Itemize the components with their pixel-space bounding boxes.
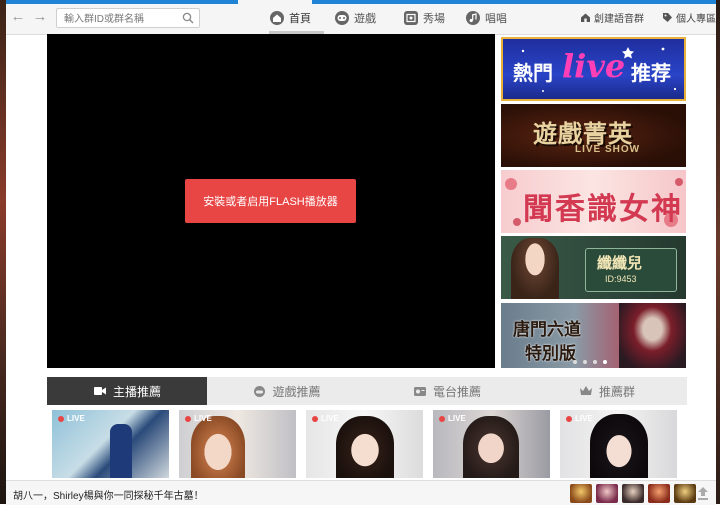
upload-arrow-icon[interactable]	[696, 485, 710, 501]
banner-tang-title: 唐門六道	[513, 320, 581, 339]
banner-live-show-text: LIVE SHOW	[575, 144, 641, 155]
live-badge: LIVE	[566, 414, 593, 423]
live-dot-icon	[185, 415, 191, 422]
bottom-ticker-bar: 胡八一，Shirley楊與你一同探秘千年古墓！	[6, 480, 716, 505]
tab-sing-label: 唱唱	[485, 13, 507, 25]
desktop-edge-right	[716, 0, 720, 504]
tab-broadcaster-recommend[interactable]: 主播推薦	[47, 377, 207, 405]
create-voice-group-label: 創建語音群	[594, 13, 644, 25]
live-badge-text: LIVE	[575, 414, 593, 423]
gamepad-icon	[335, 11, 349, 25]
tab-games-label: 遊戲	[354, 13, 376, 25]
forward-arrow-icon[interactable]: →	[32, 9, 48, 25]
banner-live-text: live	[562, 47, 626, 85]
banner-tang-subtitle: 特別版	[525, 344, 576, 363]
live-dot-icon	[439, 415, 445, 422]
desktop-edge-left	[0, 0, 6, 504]
tab-game-recommend[interactable]: 遊戲推薦	[207, 377, 367, 405]
banner-hot-text: 熱門	[513, 63, 553, 85]
create-voice-group-link[interactable]: 創建語音群	[580, 10, 644, 25]
banner-hot-live[interactable]: 熱門 live 推荐	[501, 37, 686, 101]
banner-goddess[interactable]: 聞香識女神	[501, 170, 686, 233]
tab-showroom[interactable]: 秀場	[404, 8, 445, 28]
live-badge-text: LIVE	[194, 414, 212, 423]
top-bar: ← → 首頁 遊戲 秀場 唱唱 創建語音群	[6, 0, 716, 35]
tab-home-label: 首頁	[289, 13, 311, 25]
live-dot-icon	[312, 415, 318, 422]
banner-streamer-portrait	[511, 238, 559, 299]
live-thumbnail-3[interactable]: LIVE	[306, 410, 423, 478]
banner-game-elite[interactable]: 遊戲菁英 LIVE SHOW	[501, 104, 686, 167]
banner-carousel-dots[interactable]	[571, 359, 615, 365]
live-badge: LIVE	[185, 414, 212, 423]
tab-sing[interactable]: 唱唱	[466, 8, 507, 28]
tab-home[interactable]: 首頁	[270, 8, 311, 28]
live-thumbnail-4[interactable]: LIVE	[433, 410, 550, 478]
search-box	[56, 8, 200, 29]
radio-icon	[413, 387, 426, 396]
live-badge-text: LIVE	[321, 414, 339, 423]
tab-game-label: 遊戲推薦	[272, 384, 321, 399]
banner-tang-character	[619, 303, 686, 368]
live-badge-text: LIVE	[67, 414, 85, 423]
live-thumbnail-1[interactable]: LIVE	[52, 410, 169, 478]
live-badge-text: LIVE	[448, 414, 466, 423]
search-input[interactable]	[57, 10, 176, 29]
avatar[interactable]	[596, 484, 618, 503]
live-dot-icon	[58, 415, 64, 422]
personal-zone-label: 個人專區	[676, 13, 716, 25]
avatar[interactable]	[570, 484, 592, 503]
thumbnail-1-figure	[110, 424, 132, 478]
banner-tang-sect[interactable]: 唐門六道 特別版	[501, 303, 686, 368]
thumbnail-2-portrait	[191, 416, 245, 478]
personal-zone-link[interactable]: 個人專區	[662, 10, 716, 25]
banner-recommend-text: 推荐	[631, 63, 671, 85]
thumbnail-3-portrait	[336, 416, 394, 478]
thumbnail-5-portrait	[590, 414, 648, 478]
avatar[interactable]	[648, 484, 670, 503]
top-accent-left	[6, 0, 238, 4]
showroom-icon	[404, 11, 418, 25]
tag-icon	[663, 12, 672, 22]
live-thumbnail-5[interactable]: LIVE	[560, 410, 677, 478]
install-flash-button[interactable]: 安裝或者启用FLASH播放器	[185, 179, 356, 223]
tab-group-recommend[interactable]: 推薦群	[527, 377, 687, 405]
banner-goddess-title: 聞香識女神	[523, 193, 683, 226]
avatar[interactable]	[674, 484, 696, 503]
search-icon[interactable]	[182, 12, 194, 24]
live-dot-icon	[566, 415, 572, 422]
live-badge: LIVE	[58, 414, 85, 423]
avatar[interactable]	[622, 484, 644, 503]
tab-games[interactable]: 遊戲	[335, 8, 376, 28]
tab-showroom-label: 秀場	[423, 13, 445, 25]
banner-streamer[interactable]: 纖纖兒 ID:9453	[501, 236, 686, 299]
tab-radio-label: 電台推薦	[432, 384, 481, 399]
video-player[interactable]: 安裝或者启用FLASH播放器	[47, 34, 495, 368]
live-thumbnail-2[interactable]: LIVE	[179, 410, 296, 478]
top-accent-right	[312, 0, 716, 4]
banner-streamer-name: 纖纖兒	[597, 255, 643, 272]
banner-streamer-id: ID:9453	[605, 274, 637, 284]
tab-radio-recommend[interactable]: 電台推薦	[367, 377, 527, 405]
house-icon	[581, 13, 590, 22]
music-note-icon	[466, 11, 480, 25]
crown-icon	[579, 386, 592, 395]
thumbnail-4-portrait	[463, 416, 519, 478]
home-icon	[270, 11, 284, 25]
tab-broadcaster-label: 主播推薦	[112, 384, 161, 399]
tab-group-label: 推薦群	[598, 384, 635, 399]
game-icon	[254, 385, 266, 397]
live-badge: LIVE	[312, 414, 339, 423]
broadcaster-icon	[93, 387, 106, 395]
recommend-tab-bar: 主播推薦 遊戲推薦 電台推薦 推薦群	[47, 377, 687, 405]
ticker-message[interactable]: 胡八一，Shirley楊與你一同探秘千年古墓！	[13, 487, 204, 502]
live-badge: LIVE	[439, 414, 466, 423]
back-arrow-icon[interactable]: ←	[10, 9, 26, 25]
